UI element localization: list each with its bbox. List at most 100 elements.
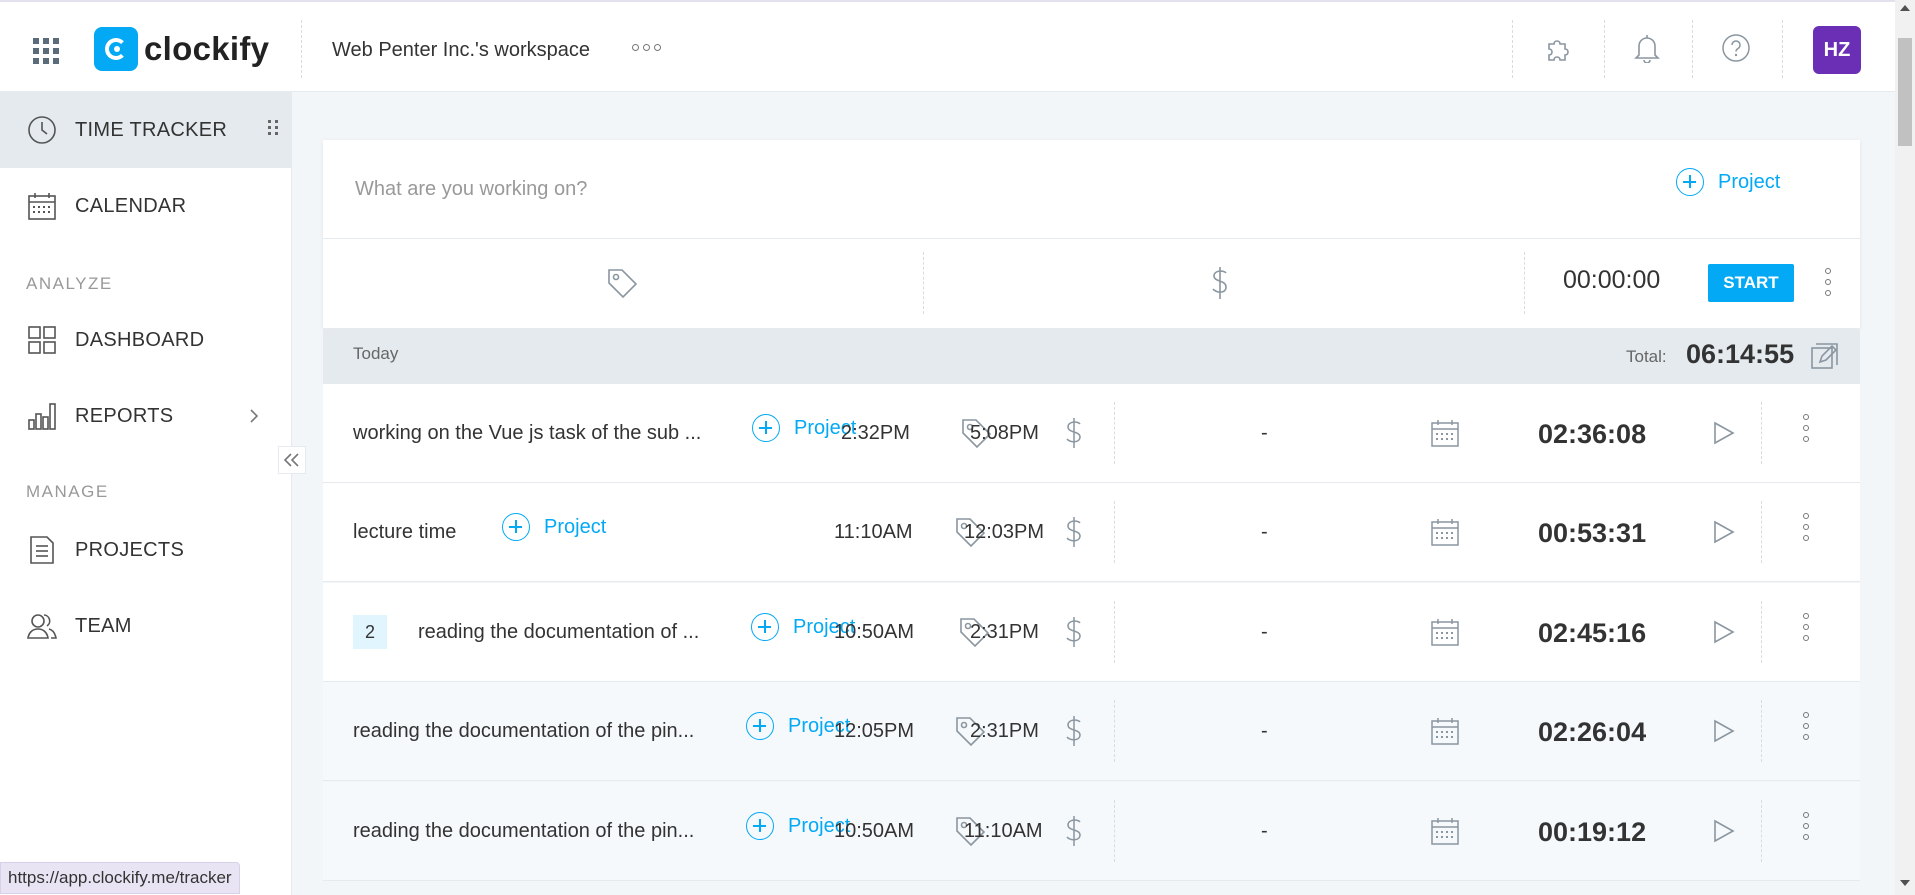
billable-dollar-icon[interactable] <box>1063 416 1085 450</box>
entry-description[interactable]: reading the documentation of the pin... <box>353 820 694 843</box>
top-bar: clockify Web Penter Inc.'s workspace HZ <box>0 0 1895 92</box>
section-label-manage: MANAGE <box>26 482 109 501</box>
calendar-icon[interactable] <box>1429 515 1461 549</box>
end-time[interactable]: 2:31PM <box>970 720 1039 743</box>
scroll-up-icon[interactable] <box>1900 5 1910 11</box>
entry-duration[interactable]: 02:26:04 <box>1538 717 1646 748</box>
calendar-icon[interactable] <box>1429 416 1461 450</box>
billable-dollar-icon[interactable] <box>1063 615 1085 649</box>
calendar-icon <box>28 193 56 220</box>
sidebar-item-dashboard[interactable]: DASHBOARD <box>0 302 292 378</box>
collapse-sidebar-button[interactable] <box>278 446 306 474</box>
sidebar-item-calendar[interactable]: CALENDAR <box>0 168 292 244</box>
entry-duration[interactable]: 02:45:16 <box>1538 618 1646 649</box>
sidebar-item-label: REPORTS <box>75 404 174 427</box>
entry-description[interactable]: reading the documentation of ... <box>418 621 699 644</box>
entry-duration[interactable]: 02:36:08 <box>1538 419 1646 450</box>
entry-duration[interactable]: 00:19:12 <box>1538 817 1646 848</box>
sidebar-item-label: TIME TRACKER <box>75 118 228 141</box>
sidebar-item-label: DASHBOARD <box>75 328 205 351</box>
drag-handle-icon[interactable] <box>268 120 278 135</box>
time-entry-row[interactable]: reading the documentation of the pin... P… <box>323 682 1860 781</box>
end-time[interactable]: 2:31PM <box>970 621 1039 644</box>
sidebar-item-time-tracker[interactable]: TIME TRACKER <box>0 92 292 168</box>
sidebar-item-label: TEAM <box>75 614 132 637</box>
scrollbar-thumb[interactable] <box>1898 38 1912 146</box>
more-options-icon[interactable] <box>1803 712 1809 740</box>
time-entry-row[interactable]: 2 reading the documentation of ... Project… <box>323 583 1860 682</box>
time-entry-tracker: What are you working on? Project 00:00:0… <box>323 140 1860 328</box>
end-time[interactable]: 5:08PM <box>970 422 1039 445</box>
double-chevron-left-icon <box>283 453 299 467</box>
more-options-icon[interactable] <box>1803 513 1809 541</box>
reports-bar-chart-icon <box>28 403 56 430</box>
start-time[interactable]: 11:10AM <box>834 521 913 544</box>
integrations-puzzle-icon[interactable] <box>1542 32 1574 64</box>
plus-circle-icon <box>751 613 779 641</box>
continue-play-icon[interactable] <box>1709 714 1737 748</box>
more-options-icon[interactable] <box>1825 268 1831 296</box>
more-options-icon[interactable] <box>1803 414 1809 442</box>
plus-circle-icon <box>746 712 774 740</box>
description-input[interactable]: What are you working on? <box>355 178 587 201</box>
start-time[interactable]: 2:32PM <box>841 422 910 445</box>
scroll-down-icon[interactable] <box>1900 880 1910 886</box>
time-entry-row[interactable]: working on the Vue js task of the sub ..… <box>323 384 1860 483</box>
billable-dollar-icon[interactable] <box>1063 814 1085 848</box>
calendar-icon[interactable] <box>1429 615 1461 649</box>
time-entry-row[interactable]: lecture time Project 11:10AM - 12:03PM 00:53:… <box>323 483 1860 582</box>
workspace-name[interactable]: Web Penter Inc.'s workspace <box>332 39 590 62</box>
status-bar-url: https://app.clockify.me/tracker <box>0 862 240 894</box>
tag-icon[interactable] <box>605 266 639 300</box>
chevron-right-icon[interactable] <box>248 408 260 424</box>
start-time[interactable]: 10:50AM <box>834 820 914 843</box>
add-project-button[interactable]: Project <box>502 513 606 541</box>
sidebar-item-reports[interactable]: REPORTS <box>0 378 292 454</box>
help-icon[interactable] <box>1720 32 1752 64</box>
timer-display: 00:00:00 <box>1563 266 1661 294</box>
apps-grid-icon[interactable] <box>33 38 59 64</box>
end-time[interactable]: 12:03PM <box>964 521 1044 544</box>
entry-description[interactable]: working on the Vue js task of the sub ..… <box>353 422 701 445</box>
clockify-logo[interactable]: clockify <box>94 27 269 71</box>
continue-play-icon[interactable] <box>1709 615 1737 649</box>
start-time[interactable]: 10:50AM <box>834 621 914 644</box>
bulk-edit-icon[interactable] <box>1809 340 1841 372</box>
billable-dollar-icon[interactable] <box>1208 264 1232 302</box>
calendar-icon[interactable] <box>1429 814 1461 848</box>
total-value: 06:14:55 <box>1686 339 1795 369</box>
more-options-icon[interactable] <box>1803 613 1809 641</box>
more-options-icon[interactable] <box>1803 812 1809 840</box>
entry-description[interactable]: lecture time <box>353 521 456 544</box>
clockify-logo-icon <box>94 27 138 71</box>
notifications-bell-icon[interactable] <box>1631 32 1663 64</box>
continue-play-icon[interactable] <box>1709 814 1737 848</box>
workspace-more-icon[interactable] <box>632 44 661 51</box>
time-separator: - <box>1261 621 1268 643</box>
projects-document-icon <box>30 536 54 564</box>
user-avatar[interactable]: HZ <box>1813 26 1861 74</box>
billable-dollar-icon[interactable] <box>1063 714 1085 748</box>
time-entry-row[interactable]: reading the documentation of the pin... P… <box>323 782 1860 881</box>
time-separator: - <box>1261 720 1268 742</box>
group-count-badge[interactable]: 2 <box>353 615 387 649</box>
entry-description[interactable]: reading the documentation of the pin... <box>353 720 694 743</box>
entry-duration[interactable]: 00:53:31 <box>1538 518 1646 549</box>
billable-dollar-icon[interactable] <box>1063 515 1085 549</box>
add-project-button[interactable]: Project <box>1676 168 1780 196</box>
time-separator: - <box>1261 422 1268 444</box>
time-separator: - <box>1261 521 1268 543</box>
continue-play-icon[interactable] <box>1709 515 1737 549</box>
total-label: Total: <box>1626 347 1667 366</box>
scrollbar[interactable] <box>1895 0 1915 895</box>
start-time[interactable]: 12:05PM <box>834 720 914 743</box>
start-button[interactable]: START <box>1708 264 1794 302</box>
sidebar-item-projects[interactable]: PROJECTS <box>0 512 292 588</box>
project-label: Project <box>544 515 607 538</box>
plus-circle-icon <box>1676 168 1704 196</box>
sidebar-item-team[interactable]: TEAM <box>0 588 292 664</box>
end-time[interactable]: 11:10AM <box>964 820 1043 843</box>
plus-circle-icon <box>752 414 780 442</box>
continue-play-icon[interactable] <box>1709 416 1737 450</box>
calendar-icon[interactable] <box>1429 714 1461 748</box>
